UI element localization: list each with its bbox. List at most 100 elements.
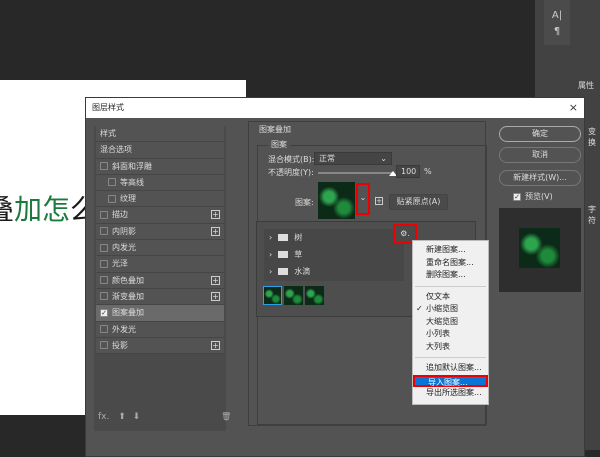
pattern-thumb-1[interactable] <box>263 286 282 305</box>
style-item-label: 渐变叠加 <box>112 291 144 301</box>
snap-to-origin-button[interactable]: 贴紧原点(A) <box>389 194 448 210</box>
style-item[interactable]: 内阴影 + <box>96 223 224 241</box>
pattern-thumb-2[interactable] <box>284 286 303 305</box>
checkbox[interactable] <box>100 210 108 219</box>
menu-item-label: 小缩览图 <box>426 304 458 313</box>
chevron-right-icon[interactable]: › <box>269 233 272 242</box>
move-down-icon[interactable]: ⬇ <box>133 412 141 422</box>
menu-item[interactable]: 新建图案... <box>413 244 488 257</box>
style-item[interactable]: 描边 + <box>96 207 224 224</box>
chevron-right-icon[interactable]: › <box>269 250 272 259</box>
close-button[interactable]: × <box>569 98 578 118</box>
new-style-button[interactable]: 新建样式(W)... <box>499 170 581 186</box>
checkbox[interactable] <box>100 341 108 350</box>
checkbox[interactable] <box>108 194 116 203</box>
preview-checkbox[interactable]: ✓ 预览(V) <box>513 191 553 202</box>
pattern-dropdown-arrow[interactable]: ⌄ <box>356 183 370 215</box>
style-item-label: 混合选项 <box>100 145 132 155</box>
style-item-label: 光泽 <box>112 259 128 269</box>
trash-icon[interactable]: 🗑 <box>221 412 231 421</box>
opacity-unit: % <box>424 167 432 176</box>
style-item-label: 颜色叠加 <box>112 275 144 285</box>
add-icon[interactable]: + <box>211 275 220 285</box>
menu-item[interactable]: 追加默认图案... <box>413 362 488 375</box>
ok-button[interactable]: 确定 <box>499 126 581 142</box>
folder-name: 草 <box>294 250 303 259</box>
menu-item[interactable]: 重命名图案... <box>413 257 488 270</box>
style-item[interactable]: 等高线 <box>96 174 224 192</box>
menu-item[interactable]: ✓ 小缩览图 <box>413 303 488 316</box>
style-item-label: 等高线 <box>120 177 144 187</box>
menu-item[interactable]: 小列表 <box>413 328 488 341</box>
checkbox[interactable] <box>100 259 108 268</box>
folder-row[interactable]: › 树 <box>264 229 404 246</box>
move-up-icon[interactable]: ⬆ <box>118 412 126 422</box>
style-item[interactable]: 光泽 <box>96 256 224 273</box>
style-item[interactable]: 外发光 <box>96 321 224 338</box>
folder-row[interactable]: › 草 <box>264 246 404 263</box>
menu-item[interactable]: 导出所选图案... <box>413 387 488 400</box>
menu-item-label: 重命名图案... <box>426 257 474 267</box>
menu-item[interactable]: 仅文本 <box>413 291 488 304</box>
menu-separator <box>415 357 486 358</box>
checkbox[interactable] <box>100 243 108 252</box>
menu-item[interactable]: 导入图案... <box>413 374 488 387</box>
checkbox[interactable] <box>100 292 108 301</box>
style-item[interactable]: 混合选项 <box>96 142 224 159</box>
menu-item[interactable]: 删除图案... <box>413 269 488 282</box>
transform-label: 变换 <box>588 127 596 147</box>
style-item[interactable]: 纹理 <box>96 191 224 208</box>
paragraph-panel-icon[interactable]: ¶ <box>544 24 570 40</box>
style-item-label: 投影 <box>112 340 128 350</box>
checkbox[interactable] <box>100 325 108 334</box>
pattern-swatch[interactable] <box>318 182 355 219</box>
add-icon[interactable]: + <box>211 340 220 350</box>
menu-item-label: 小列表 <box>426 329 450 338</box>
checkbox[interactable] <box>100 162 108 171</box>
style-item[interactable]: 斜面和浮雕 <box>96 158 224 175</box>
add-icon[interactable]: + <box>211 226 220 236</box>
blend-mode-select[interactable]: 正常 ⌄ <box>314 152 392 165</box>
pattern-thumb-3[interactable] <box>305 286 324 305</box>
character-tool-strip: A| ¶ <box>544 0 570 45</box>
style-item[interactable]: 渐变叠加 + <box>96 288 224 306</box>
checkbox[interactable]: ✓ <box>100 308 108 317</box>
opacity-input[interactable]: 100 <box>396 165 420 178</box>
style-item[interactable]: 投影 + <box>96 337 224 355</box>
style-item[interactable]: ✓ 图案叠加 <box>96 305 224 322</box>
chevron-right-icon[interactable]: › <box>269 267 272 276</box>
menu-item[interactable]: 大缩览图 <box>413 316 488 329</box>
blend-mode-value: 正常 <box>319 154 335 163</box>
style-item[interactable]: 颜色叠加 + <box>96 272 224 289</box>
menu-item-label: 仅文本 <box>426 291 450 301</box>
style-item-label: 图案叠加 <box>112 308 144 318</box>
checkbox[interactable] <box>100 276 108 285</box>
layer-style-dialog: 图层样式 × 样式混合选项斜面和浮雕等高线纹理 描边 + 内阴影 + 内发光光泽颜色叠加 +… <box>85 97 585 457</box>
check-icon: ✓ <box>416 304 423 313</box>
menu-item-label: 新建图案... <box>426 245 466 254</box>
folder-name: 水滴 <box>294 267 311 276</box>
style-item[interactable]: 内发光 <box>96 240 224 257</box>
new-preset-icon[interactable]: + <box>375 197 383 205</box>
menu-item[interactable]: 大列表 <box>413 341 488 354</box>
pattern-options-menu: 新建图案... 重命名图案... 删除图案... 仅文本 ✓ 小缩览图 大缩览图 小列表 大列表… <box>412 240 489 405</box>
fx-icon[interactable]: fx. <box>98 412 109 422</box>
checkbox[interactable] <box>100 227 108 236</box>
character-panel-icon[interactable]: A| <box>544 8 570 24</box>
style-list: 样式混合选项斜面和浮雕等高线纹理 描边 + 内阴影 + 内发光光泽颜色叠加 + 渐变叠加 + ✓ 图… <box>94 126 226 431</box>
canvas-text-pattern: 加怎 <box>14 193 71 226</box>
style-item[interactable]: 样式 <box>96 126 224 143</box>
folder-row[interactable]: › 水滴 <box>264 263 404 280</box>
menu-item-label: 追加默认图案... <box>426 363 482 372</box>
cancel-button[interactable]: 取消 <box>499 147 581 163</box>
properties-tab[interactable]: 属性 <box>578 80 594 91</box>
dialog-titlebar: 图层样式 <box>86 98 584 118</box>
add-icon[interactable]: + <box>211 210 220 220</box>
group-title: 图案 <box>268 139 290 150</box>
checkbox[interactable] <box>108 178 116 187</box>
menu-item-label: 删除图案... <box>426 270 466 279</box>
folder-name: 树 <box>294 233 303 242</box>
menu-separator <box>415 285 486 287</box>
opacity-slider[interactable] <box>318 172 394 174</box>
add-icon[interactable]: + <box>211 291 220 301</box>
